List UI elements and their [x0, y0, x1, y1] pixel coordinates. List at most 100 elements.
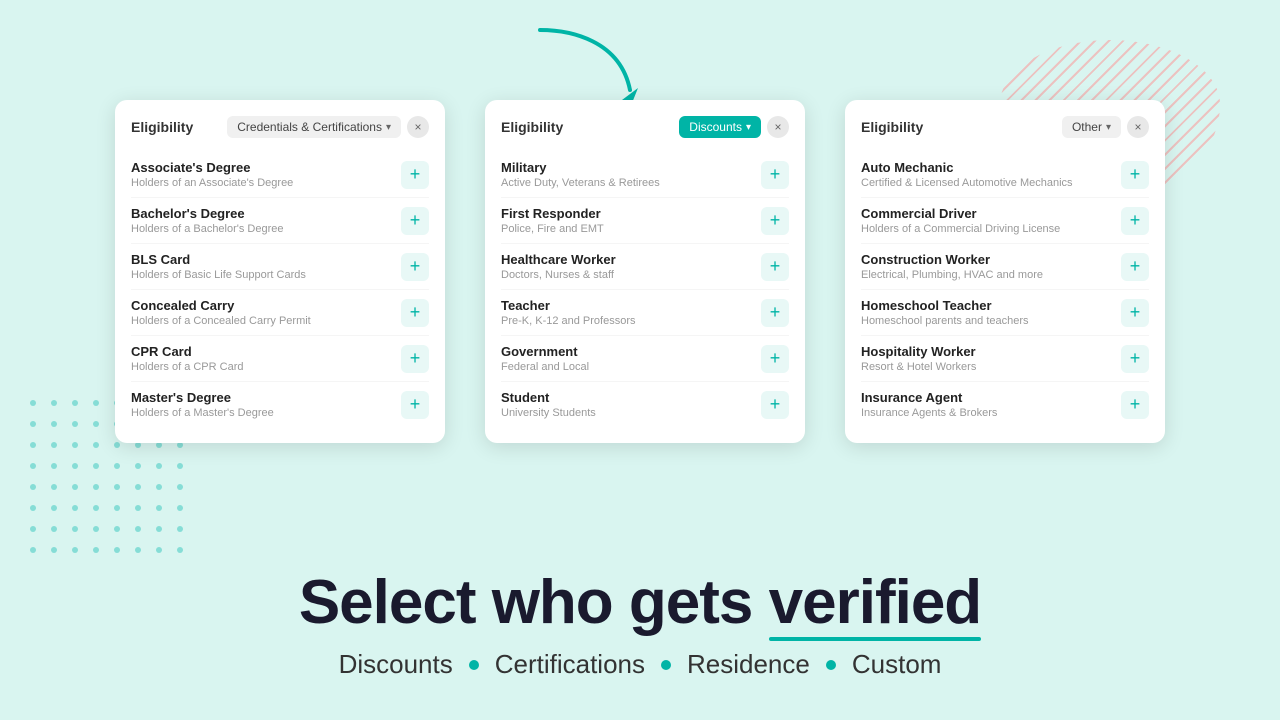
item-name: Concealed Carry	[131, 298, 311, 313]
item-desc: Holders of an Associate's Degree	[131, 177, 293, 189]
items-list-middle: Military Active Duty, Veterans & Retiree…	[501, 152, 789, 427]
subline-item-certifications: Certifications	[495, 649, 645, 680]
item-text-4: CPR Card Holders of a CPR Card	[131, 344, 244, 373]
item-desc: Doctors, Nurses & staff	[501, 269, 616, 281]
item-desc: Holders of a Concealed Carry Permit	[131, 315, 311, 327]
item-name: Associate's Degree	[131, 160, 293, 175]
item-text-2: BLS Card Holders of Basic Life Support C…	[131, 252, 306, 281]
chevron-down-icon-right: ▾	[1106, 122, 1111, 133]
card-badge-right[interactable]: Other ▾	[1062, 116, 1121, 138]
item-desc: Resort & Hotel Workers	[861, 361, 976, 373]
item-text-2: Construction Worker Electrical, Plumbing…	[861, 252, 1043, 281]
item-desc: Federal and Local	[501, 361, 589, 373]
list-item: Military Active Duty, Veterans & Retiree…	[501, 152, 789, 198]
item-desc: Certified & Licensed Automotive Mechanic…	[861, 177, 1073, 189]
item-text-4: Hospitality Worker Resort & Hotel Worker…	[861, 344, 976, 373]
list-item: Healthcare Worker Doctors, Nurses & staf…	[501, 244, 789, 290]
add-button-1[interactable]: +	[761, 207, 789, 235]
item-name: Teacher	[501, 298, 636, 313]
card-title-right: Eligibility	[861, 119, 923, 135]
add-button-0[interactable]: +	[761, 161, 789, 189]
add-button-2[interactable]: +	[401, 253, 429, 281]
item-desc: Police, Fire and EMT	[501, 223, 604, 235]
subline-item-custom: Custom	[852, 649, 942, 680]
add-button-4[interactable]: +	[1121, 345, 1149, 373]
card-header-middle: Eligibility Discounts ▾ ×	[501, 116, 789, 138]
item-desc: Pre-K, K-12 and Professors	[501, 315, 636, 327]
list-item: BLS Card Holders of Basic Life Support C…	[131, 244, 429, 290]
item-name: BLS Card	[131, 252, 306, 267]
list-item: Hospitality Worker Resort & Hotel Worker…	[861, 336, 1149, 382]
item-name: Government	[501, 344, 589, 359]
item-name: Insurance Agent	[861, 390, 997, 405]
add-button-5[interactable]: +	[401, 391, 429, 419]
item-name: Master's Degree	[131, 390, 274, 405]
list-item: Associate's Degree Holders of an Associa…	[131, 152, 429, 198]
cards-area: Eligibility Credentials & Certifications…	[0, 100, 1280, 443]
item-desc: Holders of a Bachelor's Degree	[131, 223, 284, 235]
item-text-3: Teacher Pre-K, K-12 and Professors	[501, 298, 636, 327]
items-list-right: Auto Mechanic Certified & Licensed Autom…	[861, 152, 1149, 427]
card-badge-middle[interactable]: Discounts ▾	[679, 116, 761, 138]
add-button-5[interactable]: +	[761, 391, 789, 419]
add-button-1[interactable]: +	[1121, 207, 1149, 235]
card-other: Eligibility Other ▾ × Auto Mechanic Cert…	[845, 100, 1165, 443]
add-button-2[interactable]: +	[1121, 253, 1149, 281]
item-text-0: Associate's Degree Holders of an Associa…	[131, 160, 293, 189]
items-list-left: Associate's Degree Holders of an Associa…	[131, 152, 429, 427]
subline-item-discounts: Discounts	[339, 649, 453, 680]
item-text-1: Bachelor's Degree Holders of a Bachelor'…	[131, 206, 284, 235]
item-name: Student	[501, 390, 596, 405]
item-name: Bachelor's Degree	[131, 206, 284, 221]
add-button-4[interactable]: +	[761, 345, 789, 373]
close-button-left[interactable]: ×	[407, 116, 429, 138]
add-button-3[interactable]: +	[401, 299, 429, 327]
list-item: Teacher Pre-K, K-12 and Professors +	[501, 290, 789, 336]
chevron-down-icon: ▾	[386, 122, 391, 133]
list-item: Commercial Driver Holders of a Commercia…	[861, 198, 1149, 244]
bottom-section: Select who gets verified Discounts Certif…	[0, 569, 1280, 680]
item-name: Commercial Driver	[861, 206, 1060, 221]
add-button-3[interactable]: +	[761, 299, 789, 327]
list-item: Student University Students +	[501, 382, 789, 427]
item-text-1: Commercial Driver Holders of a Commercia…	[861, 206, 1060, 235]
card-badge-left[interactable]: Credentials & Certifications ▾	[227, 116, 401, 138]
add-button-1[interactable]: +	[401, 207, 429, 235]
list-item: Auto Mechanic Certified & Licensed Autom…	[861, 152, 1149, 198]
add-button-5[interactable]: +	[1121, 391, 1149, 419]
item-desc: Homeschool parents and teachers	[861, 315, 1029, 327]
item-desc: Holders of a Commercial Driving License	[861, 223, 1060, 235]
close-button-middle[interactable]: ×	[767, 116, 789, 138]
card-title-middle: Eligibility	[501, 119, 563, 135]
list-item: Homeschool Teacher Homeschool parents an…	[861, 290, 1149, 336]
item-text-1: First Responder Police, Fire and EMT	[501, 206, 604, 235]
item-text-3: Homeschool Teacher Homeschool parents an…	[861, 298, 1029, 327]
headline: Select who gets verified	[0, 569, 1280, 637]
item-text-2: Healthcare Worker Doctors, Nurses & staf…	[501, 252, 616, 281]
add-button-0[interactable]: +	[1121, 161, 1149, 189]
headline-text-underlined: verified	[769, 569, 982, 637]
list-item: Construction Worker Electrical, Plumbing…	[861, 244, 1149, 290]
separator-dot	[469, 660, 479, 670]
list-item: Master's Degree Holders of a Master's De…	[131, 382, 429, 427]
add-button-2[interactable]: +	[761, 253, 789, 281]
subline: DiscountsCertificationsResidenceCustom	[0, 649, 1280, 680]
item-name: First Responder	[501, 206, 604, 221]
list-item: CPR Card Holders of a CPR Card +	[131, 336, 429, 382]
chevron-down-icon-middle: ▾	[746, 122, 751, 133]
headline-text-before: Select who gets	[299, 568, 769, 637]
item-desc: University Students	[501, 407, 596, 419]
item-desc: Insurance Agents & Brokers	[861, 407, 997, 419]
item-text-5: Master's Degree Holders of a Master's De…	[131, 390, 274, 419]
list-item: Government Federal and Local +	[501, 336, 789, 382]
list-item: Bachelor's Degree Holders of a Bachelor'…	[131, 198, 429, 244]
card-credentials: Eligibility Credentials & Certifications…	[115, 100, 445, 443]
item-text-5: Student University Students	[501, 390, 596, 419]
item-text-3: Concealed Carry Holders of a Concealed C…	[131, 298, 311, 327]
add-button-4[interactable]: +	[401, 345, 429, 373]
item-name: CPR Card	[131, 344, 244, 359]
add-button-0[interactable]: +	[401, 161, 429, 189]
add-button-3[interactable]: +	[1121, 299, 1149, 327]
item-text-5: Insurance Agent Insurance Agents & Broke…	[861, 390, 997, 419]
close-button-right[interactable]: ×	[1127, 116, 1149, 138]
